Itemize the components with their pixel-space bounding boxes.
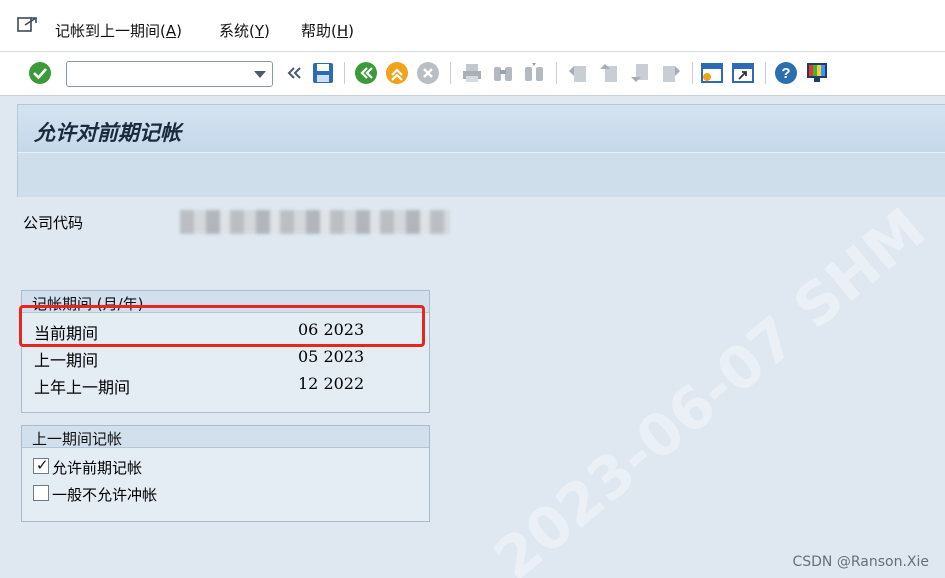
disallow-reversal-checkbox[interactable] [33, 485, 49, 501]
group-title: 上一期间记帐 [32, 430, 123, 448]
exit-icon[interactable] [385, 61, 409, 85]
collapse-icon[interactable] [282, 61, 306, 85]
command-field[interactable] [66, 61, 273, 87]
previous-period-value: 05 2023 [298, 347, 365, 366]
previous-page-icon[interactable] [597, 61, 621, 85]
first-page-icon[interactable] [566, 61, 590, 85]
last-year-previous-period-label: 上年上一期间 [34, 378, 131, 397]
menu-item-post-previous[interactable]: 记帐到上一期间(A) [55, 20, 182, 41]
highlight-box [19, 305, 425, 347]
toolbar-separator [692, 62, 693, 84]
toolbar-separator [556, 62, 557, 84]
toolbar-separator [344, 62, 345, 84]
disallow-reversal-label: 一般不允许冲帐 [52, 486, 158, 504]
menu-exit-icon[interactable] [16, 16, 38, 34]
allow-prior-posting-label: 允许前期记帐 [52, 459, 143, 477]
allow-prior-posting-checkbox[interactable]: ✓ [33, 456, 49, 474]
customize-layout-icon[interactable] [805, 61, 829, 85]
page-title: 允许对前期记帐 [34, 121, 181, 145]
next-page-icon[interactable] [628, 61, 652, 85]
menu-item-system[interactable]: 系统(Y) [219, 20, 270, 41]
print-icon[interactable] [460, 61, 484, 85]
checkmark-icon: ✓ [36, 456, 49, 474]
menu-bar: 记帐到上一期间(A) 系统(Y) 帮助(H) [0, 0, 945, 52]
create-session-icon[interactable] [700, 61, 724, 85]
back-icon[interactable] [354, 61, 378, 85]
find-next-icon[interactable] [522, 61, 546, 85]
last-year-previous-period-value: 12 2022 [298, 374, 365, 393]
cancel-icon[interactable] [416, 61, 440, 85]
enter-check-icon[interactable] [28, 61, 52, 85]
shortcut-icon[interactable] [731, 61, 755, 85]
company-code-label: 公司代码 [23, 214, 84, 232]
save-icon[interactable] [311, 61, 335, 85]
last-page-icon[interactable] [659, 61, 683, 85]
svg-text:?: ? [781, 65, 790, 82]
company-code-value-redacted [180, 210, 450, 234]
group-header: 上一期间记帐 [22, 426, 429, 448]
prior-period-posting-group: 上一期间记帐 ✓ 允许前期记帐 一般不允许冲帐 [21, 425, 430, 522]
command-dropdown-icon[interactable] [254, 71, 266, 78]
previous-period-label: 上一期间 [34, 351, 99, 370]
application-toolbar [17, 152, 945, 197]
find-icon[interactable] [491, 61, 515, 85]
toolbar-separator [450, 62, 451, 84]
help-icon[interactable]: ? [774, 61, 798, 85]
credit-text: CSDN @Ranson.Xie [792, 554, 929, 570]
toolbar-separator [765, 62, 766, 84]
title-bar: 允许对前期记帐 [17, 104, 945, 152]
menu-item-help[interactable]: 帮助(H) [301, 20, 354, 41]
